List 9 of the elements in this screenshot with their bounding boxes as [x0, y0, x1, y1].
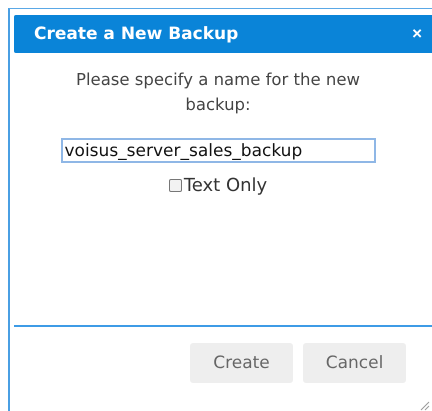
- resize-grip-icon[interactable]: [420, 401, 430, 411]
- dialog-title: Create a New Backup: [34, 24, 238, 44]
- checkbox-label: Text Only: [184, 175, 268, 196]
- name-field[interactable]: voisus_server_sales_backup: [60, 138, 376, 163]
- create-button[interactable]: Create: [190, 343, 293, 383]
- cancel-button[interactable]: Cancel: [303, 343, 406, 383]
- checkbox[interactable]: [168, 179, 182, 192]
- close-button[interactable]: ×: [412, 24, 422, 44]
- prompt-text: Please specify a name for the new backup:: [75, 69, 361, 116]
